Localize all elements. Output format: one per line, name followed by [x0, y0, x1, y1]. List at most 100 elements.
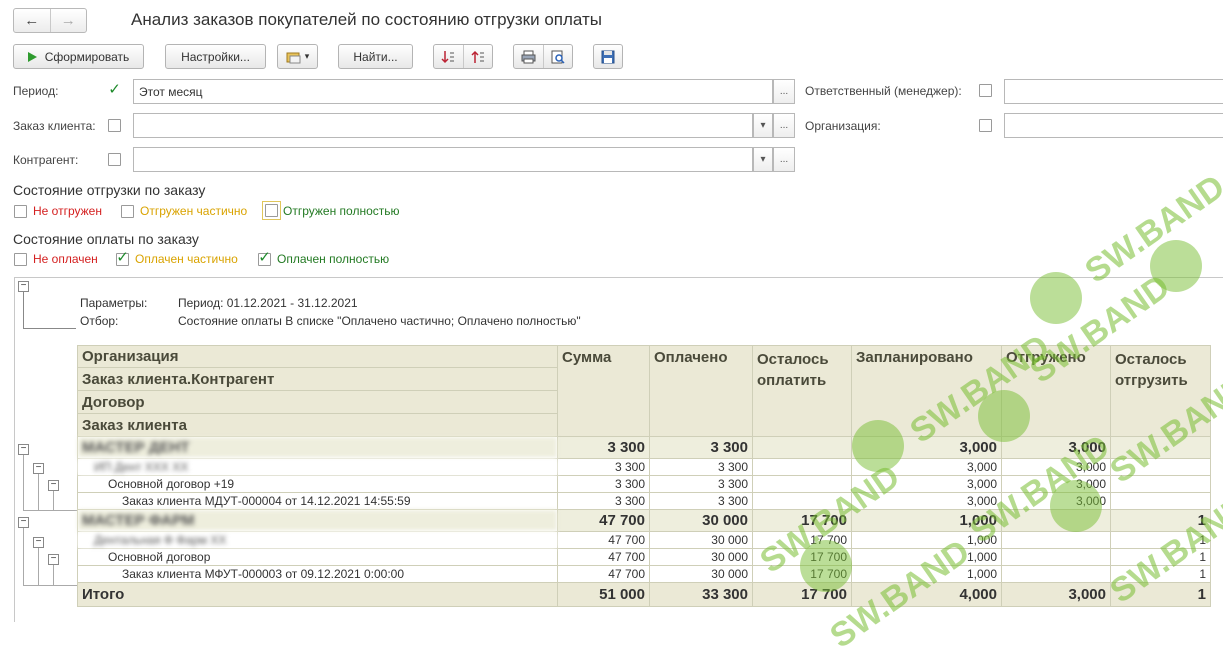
- row-value: 47 700: [557, 548, 650, 566]
- order-dropdown-button[interactable]: ▾: [753, 113, 773, 138]
- row-name[interactable]: Основной договор: [77, 548, 558, 566]
- row-name[interactable]: ИП Дент ХХХ ХХ: [77, 458, 558, 476]
- counterparty-label: Контрагент:: [13, 153, 79, 167]
- generate-button[interactable]: Сформировать: [13, 44, 144, 69]
- period-select-button[interactable]: ...: [773, 79, 795, 104]
- row-name[interactable]: Основной договор +19: [77, 475, 558, 493]
- sort-desc-button[interactable]: [434, 45, 463, 68]
- responsible-checkbox[interactable]: [979, 84, 992, 97]
- payment-title: Состояние оплаты по заказу: [13, 231, 199, 247]
- params-value: Период: 01.12.2021 - 31.12.2021: [178, 296, 358, 310]
- row-name[interactable]: МАСТЕР ФАРМ: [77, 509, 558, 532]
- generate-label: Сформировать: [44, 49, 130, 64]
- fully-paid-label: Оплачен полностью: [277, 252, 390, 266]
- floppy-disk-icon: [601, 50, 615, 63]
- row-name[interactable]: Заказ клиента МФУТ-000003 от 09.12.2021 …: [77, 565, 558, 583]
- not-paid-label: Не оплачен: [33, 252, 98, 266]
- header-sum: Сумма: [557, 345, 650, 437]
- counterparty-dropdown-button[interactable]: ▾: [753, 147, 773, 172]
- find-button[interactable]: Найти...: [338, 44, 413, 69]
- play-icon: [27, 51, 37, 62]
- collapse-group-icon[interactable]: −: [18, 444, 29, 455]
- row-name[interactable]: МАСТЕР ДЕНТ: [77, 436, 558, 459]
- counterparty-field[interactable]: [133, 147, 753, 172]
- collapse-group-icon[interactable]: −: [18, 517, 29, 528]
- order-field[interactable]: [133, 113, 753, 138]
- partially-paid-option[interactable]: ✓ Оплачен частично: [116, 250, 238, 266]
- row-value: 3,000: [1001, 458, 1111, 476]
- back-button[interactable]: ←: [14, 9, 50, 32]
- fully-paid-option[interactable]: ✓ Оплачен полностью: [258, 250, 390, 266]
- row-value: 3,000: [851, 458, 1002, 476]
- row-value: 3 300: [557, 458, 650, 476]
- not-paid-checkbox[interactable]: [14, 252, 27, 266]
- total-label: Итого: [77, 582, 558, 607]
- row-name[interactable]: Заказ клиента МДУТ-000004 от 14.12.2021 …: [77, 492, 558, 510]
- fully-paid-checkbox[interactable]: ✓: [258, 250, 271, 266]
- not-shipped-checkbox[interactable]: [14, 204, 27, 218]
- collapse-group-icon[interactable]: −: [48, 554, 59, 565]
- table-row: МАСТЕР ДЕНТ 3 300 3 300 3,000 3,000: [77, 436, 1211, 459]
- row-value: [752, 436, 852, 459]
- row-value: 3,000: [851, 475, 1002, 493]
- period-label: Период:: [13, 84, 59, 98]
- checkmark-icon: ✓: [108, 80, 121, 98]
- tree-line: [23, 328, 76, 329]
- partially-paid-label: Оплачен частично: [135, 252, 238, 266]
- row-value: [1001, 548, 1111, 566]
- period-checkbox[interactable]: ✓: [108, 80, 121, 98]
- row-value: 17 700: [752, 509, 852, 532]
- not-shipped-option[interactable]: Не отгружен: [14, 204, 102, 218]
- row-value: 1,000: [851, 565, 1002, 583]
- row-value: [1110, 492, 1211, 510]
- sort-asc-button[interactable]: [462, 45, 493, 68]
- chevron-down-icon: ▾: [304, 51, 310, 61]
- fully-shipped-label: Отгружен полностью: [283, 203, 400, 218]
- row-value: 3 300: [557, 436, 650, 459]
- print-button[interactable]: [514, 45, 543, 68]
- collapse-group-icon[interactable]: −: [33, 463, 44, 474]
- variant-menu-button[interactable]: ▾: [277, 44, 318, 69]
- counterparty-checkbox[interactable]: [108, 153, 121, 166]
- row-value: 17 700: [752, 531, 852, 549]
- fully-shipped-checkbox[interactable]: [265, 204, 278, 217]
- fully-shipped-option[interactable]: Отгружен полностью: [262, 201, 400, 220]
- period-field[interactable]: Этот месяц: [133, 79, 773, 104]
- order-select-button[interactable]: ...: [773, 113, 795, 138]
- partially-shipped-option[interactable]: Отгружен частично: [121, 204, 247, 218]
- row-value: [752, 475, 852, 493]
- partially-shipped-checkbox[interactable]: [121, 204, 134, 218]
- row-value: [752, 492, 852, 510]
- total-value: 51 000: [557, 582, 650, 607]
- responsible-field[interactable]: [1004, 79, 1223, 104]
- partially-paid-checkbox[interactable]: ✓: [116, 250, 129, 266]
- collapse-params-icon[interactable]: −: [18, 281, 29, 292]
- header-planned: Запланировано: [851, 345, 1002, 437]
- period-value: Этот месяц: [139, 84, 203, 99]
- row-value: [1110, 458, 1211, 476]
- settings-button[interactable]: Настройки...: [165, 44, 266, 69]
- collapse-group-icon[interactable]: −: [33, 537, 44, 548]
- nav-buttons: ← →: [13, 8, 87, 33]
- preview-button[interactable]: [542, 45, 573, 68]
- row-name[interactable]: Дентальная Ф Фарм ХХ: [77, 531, 558, 549]
- forward-button[interactable]: →: [49, 9, 87, 32]
- not-paid-option[interactable]: Не оплачен: [14, 252, 98, 266]
- row-value: 1,000: [851, 548, 1002, 566]
- total-value: 17 700: [752, 582, 852, 607]
- organization-checkbox[interactable]: [979, 119, 992, 132]
- organization-field[interactable]: [1004, 113, 1223, 138]
- save-button[interactable]: [593, 44, 623, 69]
- row-value: 30 000: [649, 548, 753, 566]
- sort-asc-icon: [471, 50, 484, 63]
- responsible-label: Ответственный (менеджер):: [805, 84, 962, 98]
- table-row: Основной договор 47 700 30 000 17 700 1,000 1: [77, 548, 1211, 566]
- report-table: Организация Сумма Оплачено Осталось опла…: [77, 345, 1211, 607]
- window-title: Анализ заказов покупателей по состоянию …: [131, 10, 602, 29]
- header-to-pay: Осталось оплатить: [752, 345, 852, 437]
- counterparty-select-button[interactable]: ...: [773, 147, 795, 172]
- print-preview-icon: [551, 50, 565, 64]
- order-checkbox[interactable]: [108, 119, 121, 132]
- tree-line: [23, 528, 24, 585]
- collapse-group-icon[interactable]: −: [48, 480, 59, 491]
